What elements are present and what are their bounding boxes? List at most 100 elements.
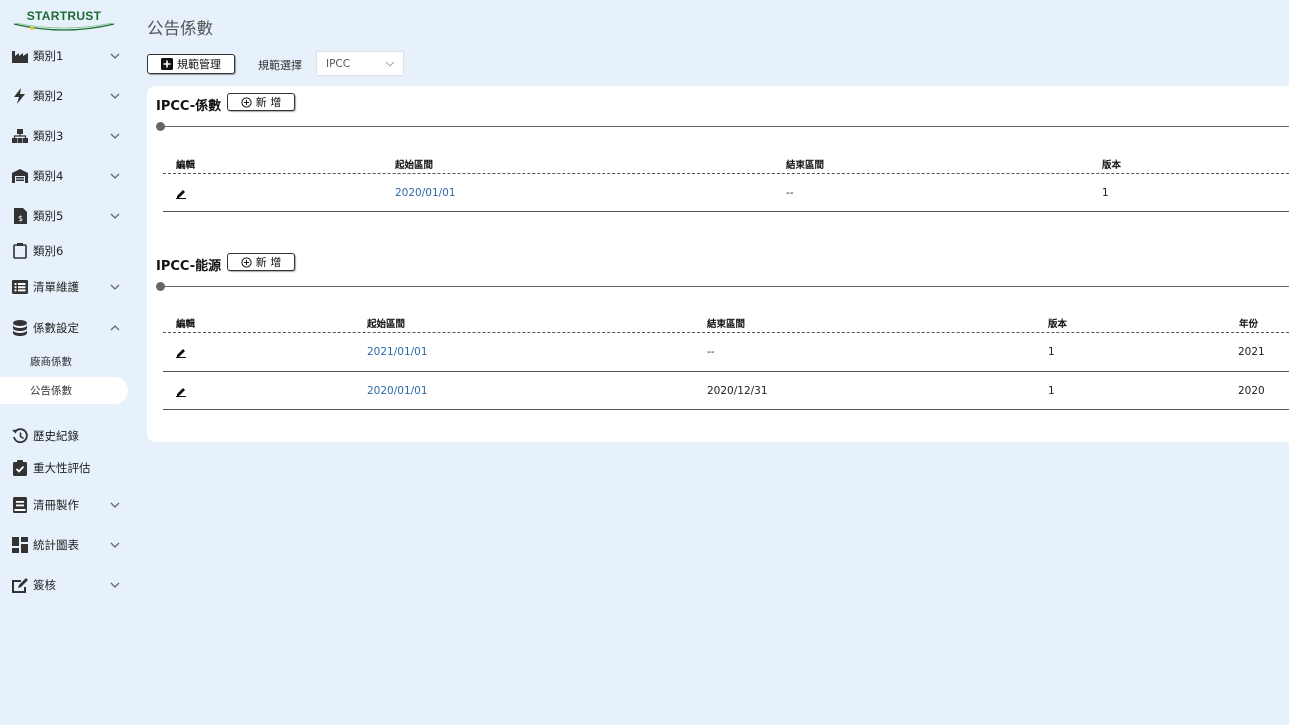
chevron-down-icon [110,173,120,179]
column-header-version: 版本 [1102,160,1122,171]
dashboard-icon [12,537,28,553]
history-icon [12,428,28,444]
sidebar-item-label: 類別1 [33,49,64,63]
sidebar-item-coefficient-settings[interactable]: 係數設定 [0,314,140,342]
section-title: IPCC-係數 [156,99,222,114]
standard-management-button[interactable]: 規範管理 [147,54,235,74]
warehouse-icon [12,168,28,184]
table-cell-version: 1 [1102,187,1109,199]
sidebar-subitem-vendor-coefficients[interactable]: 廠商係數 [0,348,128,375]
chevron-down-icon [110,542,120,548]
table-cell-start[interactable]: 2020/01/01 [367,385,428,397]
factory-icon [12,48,28,64]
lightning-icon [12,88,28,104]
svg-text:$: $ [17,214,22,223]
sidebar-item-materiality-assessment[interactable]: 重大性評估 [0,454,140,482]
sidebar-subitem-label: 廠商係數 [30,356,72,368]
logo-text: STARTRUST [26,9,102,23]
list-icon [12,279,28,295]
sidebar-item-label: 類別3 [33,129,64,143]
sidebar-item-category6[interactable]: 類別6 [0,237,140,265]
column-header-start-period: 起始區間 [395,160,434,171]
sidebar-item-label: 類別2 [33,89,64,103]
add-button-label: 新 增 [255,96,282,109]
sidebar-subitem-announced-coefficients[interactable]: 公告係數 [0,377,128,404]
startrust-logo[interactable]: STARTRUST [12,6,116,32]
column-header-version: 版本 [1048,319,1068,330]
sidebar-item-category3[interactable]: 類別3 [0,122,140,150]
chevron-down-icon [110,502,120,508]
sidebar-item-label: 簽核 [33,578,56,592]
clipboard-check-icon [12,460,28,476]
table-header-divider [163,173,1289,174]
table-row-divider [163,371,1289,372]
chevron-down-icon [110,53,120,59]
sidebar-item-statistics-charts[interactable]: 統計圖表 [0,531,140,559]
column-header-year: 年份 [1239,319,1259,330]
database-icon [12,320,28,336]
table-cell-start[interactable]: 2021/01/01 [367,346,428,358]
column-header-edit: 編輯 [176,160,196,171]
sidebar-item-category4[interactable]: 類別4 [0,162,140,190]
column-header-edit: 編輯 [176,319,196,330]
sidebar-item-label: 類別6 [33,244,64,258]
chevron-down-icon [385,61,395,67]
add-button[interactable]: 新 增 [227,253,295,271]
sidebar-item-label: 統計圖表 [33,538,79,552]
edit-pencil-icon[interactable] [176,385,188,397]
sidebar-item-list-maintenance[interactable]: 清單維護 [0,273,140,301]
sidebar-item-label: 係數設定 [33,321,79,335]
edit-pencil-icon[interactable] [176,187,188,199]
timeline-line [161,126,1289,127]
table-row-divider [163,409,1289,410]
sidebar-item-label: 清單維護 [33,280,79,294]
sidebar-subitem-label: 公告係數 [30,385,72,397]
sidebar-item-label: 清冊製作 [33,498,79,512]
table-cell-end: 2020/12/31 [707,385,768,397]
chevron-down-icon [110,133,120,139]
sidebar-item-category5[interactable]: $ 類別5 [0,202,140,230]
table-cell-start[interactable]: 2020/01/01 [395,187,456,199]
add-button[interactable]: 新 增 [227,93,295,111]
sidebar-item-category1[interactable]: 類別1 [0,42,140,70]
plus-circle-icon [241,96,252,108]
sidebar-item-inventory-production[interactable]: 清冊製作 [0,491,140,519]
sidebar-item-approval[interactable]: 簽核 [0,571,140,599]
sign-icon [12,577,28,593]
column-header-end-period: 結束區間 [786,160,825,171]
table-row-divider [163,211,1289,212]
plus-circle-icon [241,256,252,268]
sidebar-item-label: 重大性評估 [33,461,91,475]
sidebar-item-label: 類別4 [33,169,64,183]
timeline-line [161,286,1289,287]
chevron-down-icon [110,582,120,588]
chevron-down-icon [110,93,120,99]
add-box-icon [161,58,173,70]
column-header-start-period: 起始區間 [367,319,406,330]
table-cell-year: 2021 [1238,346,1265,358]
add-button-label: 新 增 [255,256,282,269]
content-card: IPCC-係數 新 增 編輯 起始區間 結束區間 版本 2020/01/01 -… [147,86,1289,442]
section-title: IPCC-能源 [156,259,222,274]
edit-pencil-icon[interactable] [176,346,188,358]
chevron-up-icon [110,325,120,331]
clipboard-icon [12,243,28,259]
page-title: 公告係數 [147,19,213,38]
document-dollar-icon: $ [12,208,28,224]
table-cell-version: 1 [1048,385,1055,397]
standard-management-label: 規範管理 [177,58,221,71]
table-header-divider [163,332,1289,333]
standard-select-label: 規範選擇 [258,59,302,72]
network-icon [12,128,28,144]
chevron-down-icon [110,284,120,290]
column-header-end-period: 結束區間 [707,319,746,330]
sidebar-item-category2[interactable]: 類別2 [0,82,140,110]
book-icon [12,497,28,513]
standard-select[interactable]: IPCC [316,51,404,76]
sidebar-item-history[interactable]: 歷史紀錄 [0,422,140,450]
sidebar-item-label: 歷史紀錄 [33,429,79,443]
standard-select-value: IPCC [326,57,351,70]
table-cell-end: -- [786,187,794,199]
chevron-down-icon [110,213,120,219]
sidebar-item-label: 類別5 [33,209,64,223]
